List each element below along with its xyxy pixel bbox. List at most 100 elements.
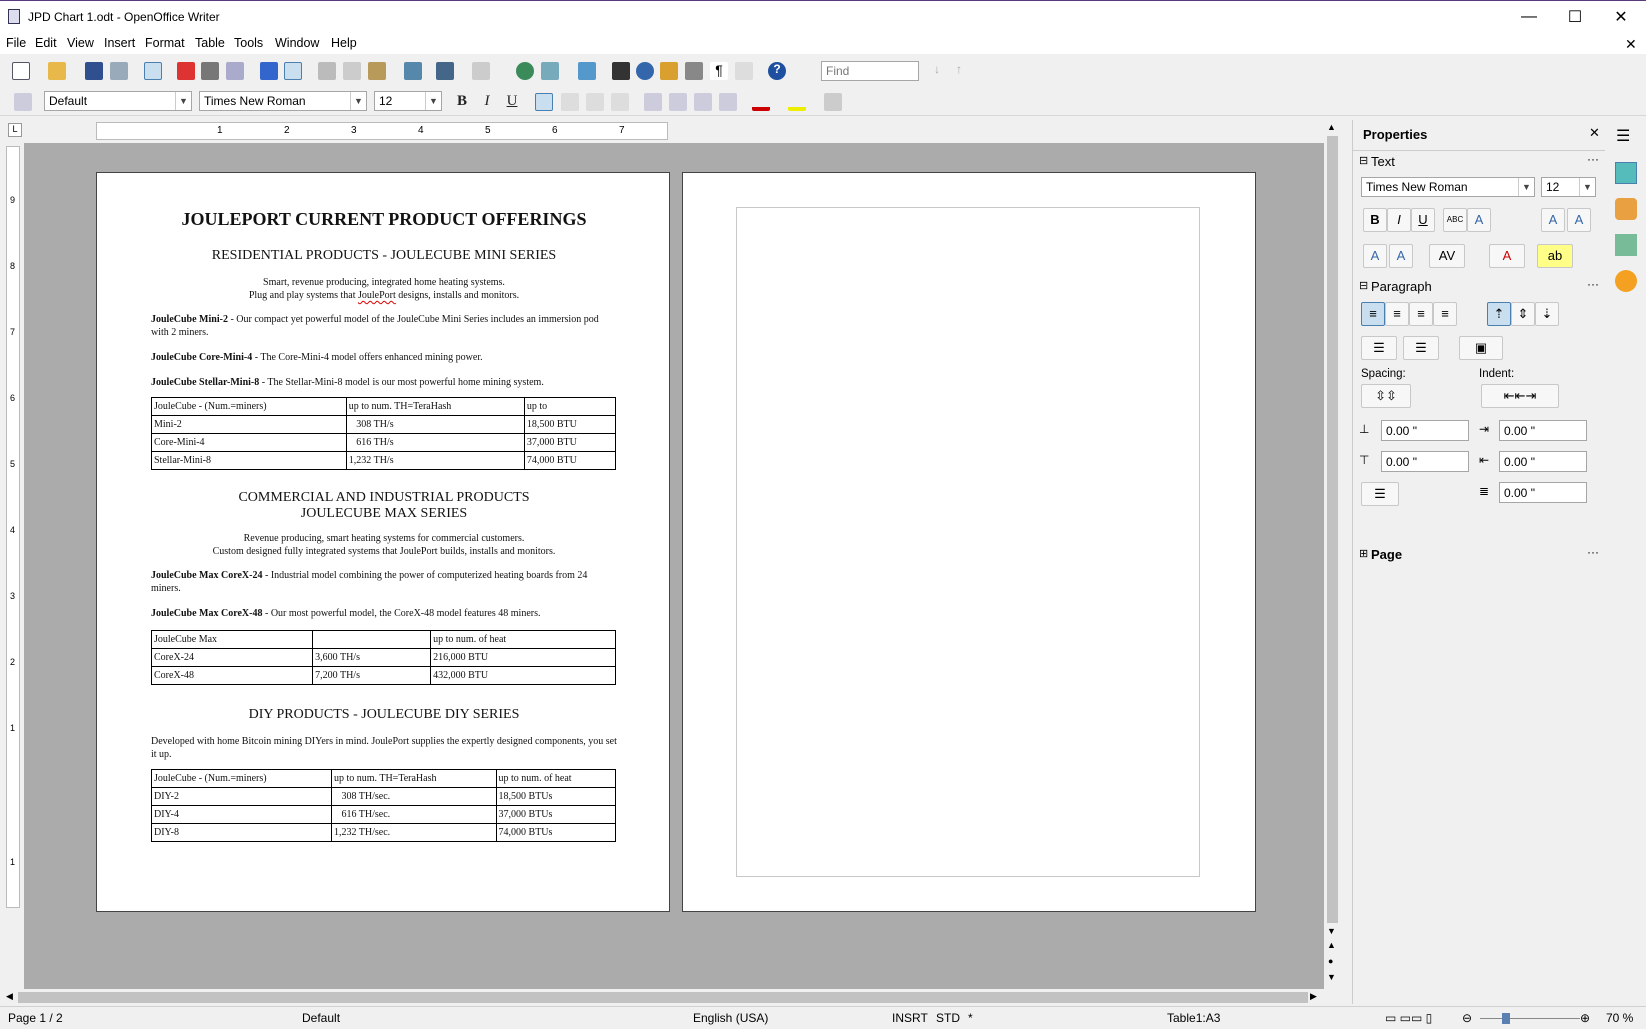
help-icon[interactable]: ? xyxy=(768,62,786,80)
email-icon[interactable] xyxy=(110,62,128,80)
font-size-select[interactable]: 12 ▼ xyxy=(374,91,442,111)
italic-button[interactable]: I xyxy=(477,93,497,110)
table-cell[interactable]: 37,000 BTUs xyxy=(495,805,617,824)
max-series-table[interactable]: JouleCube Max up to num. of heat CoreX-24… xyxy=(150,630,616,685)
sidebar-justify-icon[interactable]: ≡ xyxy=(1433,302,1457,326)
page-1[interactable]: JOULEPORT CURRENT PRODUCT OFFERINGS RESI… xyxy=(96,172,670,912)
font-color-icon[interactable] xyxy=(752,93,770,111)
gallery-icon[interactable] xyxy=(660,62,678,80)
open-icon[interactable] xyxy=(48,62,66,80)
more-options-icon[interactable]: ··· xyxy=(1587,152,1599,166)
sidebar-font-select[interactable]: Times New Roman ▼ xyxy=(1361,177,1535,197)
table-cell[interactable]: up to num. TH=TeraHash xyxy=(330,769,497,788)
align-left-icon[interactable] xyxy=(535,93,553,111)
clone-format-icon[interactable] xyxy=(404,62,422,80)
align-center-icon[interactable] xyxy=(561,93,579,111)
sidebar-bold-button[interactable]: B xyxy=(1363,208,1387,232)
table-cell[interactable]: 74,000 BTU xyxy=(523,451,617,470)
navigation-icon[interactable]: ● xyxy=(1328,956,1333,966)
cut-icon[interactable] xyxy=(318,62,336,80)
expand-page-icon[interactable]: ⊞ xyxy=(1359,547,1368,560)
scroll-thumb[interactable] xyxy=(1327,136,1338,923)
menu-edit[interactable]: Edit xyxy=(35,36,57,50)
insert-mode[interactable]: INSRT xyxy=(892,1011,928,1025)
menu-tools[interactable]: Tools xyxy=(234,36,263,50)
menu-file[interactable]: File xyxy=(6,36,26,50)
below-spacing-field[interactable]: 0.00 " xyxy=(1381,451,1469,472)
edit-mode-icon[interactable] xyxy=(144,62,162,80)
strikethrough-icon[interactable]: ABC xyxy=(1443,208,1467,232)
table-cell[interactable]: JouleCube - (Num.=miners) xyxy=(151,397,347,416)
find-input[interactable]: Find xyxy=(821,61,919,81)
scroll-right-icon[interactable]: ▶ xyxy=(1310,991,1317,1002)
menu-window[interactable]: Window xyxy=(275,36,319,50)
numbering-icon[interactable] xyxy=(644,93,662,111)
scroll-thumb[interactable] xyxy=(18,992,1308,1003)
mini-series-table[interactable]: JouleCube - (Num.=miners) up to num. TH=T… xyxy=(151,397,617,470)
scroll-down-icon[interactable]: ▼ xyxy=(1327,926,1336,936)
scroll-up-icon[interactable]: ▲ xyxy=(1327,122,1336,132)
menu-help[interactable]: Help xyxy=(331,36,357,50)
after-indent-field[interactable]: 0.00 " xyxy=(1499,451,1587,472)
spellcheck-icon[interactable] xyxy=(260,62,278,80)
print-icon[interactable] xyxy=(201,62,219,80)
sidebar-underline-button[interactable]: U xyxy=(1411,208,1435,232)
sidebar-align-right-icon[interactable]: ≡ xyxy=(1409,302,1433,326)
horizontal-ruler[interactable]: 1 2 3 4 5 6 7 xyxy=(96,122,668,140)
styles-icon[interactable] xyxy=(14,93,32,111)
copy-icon[interactable] xyxy=(343,62,361,80)
table-cell[interactable]: CoreX-48 xyxy=(150,666,314,685)
collapse-paragraph-icon[interactable]: ⊟ xyxy=(1359,279,1368,292)
page-count[interactable]: Page 1 / 2 xyxy=(8,1011,63,1025)
table-cell[interactable]: 616 TH/s xyxy=(345,433,525,452)
close-sidebar-icon[interactable]: ✕ xyxy=(1589,125,1600,141)
new-document-icon[interactable] xyxy=(12,62,30,80)
table-cell[interactable]: 308 TH/s xyxy=(345,415,525,434)
sidebar-numbering-icon[interactable]: ☰ xyxy=(1403,336,1439,360)
selection-mode[interactable]: STD xyxy=(936,1011,960,1025)
table-cell[interactable]: 74,000 BTUs xyxy=(495,823,617,842)
sidebar-highlight-icon[interactable]: ab xyxy=(1537,244,1573,268)
gallery-deck-icon[interactable] xyxy=(1615,234,1637,256)
sidebar-align-center-icon[interactable]: ≡ xyxy=(1385,302,1409,326)
subscript-icon[interactable]: A xyxy=(1389,244,1413,268)
language[interactable]: English (USA) xyxy=(693,1011,768,1025)
zoom-slider-handle[interactable] xyxy=(1502,1013,1510,1024)
properties-deck-icon[interactable] xyxy=(1615,162,1637,184)
formatting-marks-icon[interactable]: ¶ xyxy=(710,62,728,80)
draw-functions-icon[interactable] xyxy=(578,62,596,80)
close-window-button[interactable]: ✕ xyxy=(1598,1,1644,33)
table-cell[interactable]: Mini-2 xyxy=(151,415,347,434)
vertical-ruler[interactable]: 9 8 7 6 5 4 3 2 1 1 xyxy=(6,146,20,908)
find-previous-icon[interactable]: ↑ xyxy=(950,62,968,80)
minimize-button[interactable]: — xyxy=(1506,1,1552,33)
table-cell[interactable]: Core-Mini-4 xyxy=(151,433,347,452)
find-replace-icon[interactable] xyxy=(612,62,630,80)
sidebar-menu-icon[interactable]: ☰ xyxy=(1616,126,1630,146)
above-spacing-field[interactable]: 0.00 " xyxy=(1381,420,1469,441)
print-preview-icon[interactable] xyxy=(226,62,244,80)
table-cell[interactable]: 1,232 TH/s xyxy=(345,451,525,470)
table-cell[interactable]: 432,000 BTU xyxy=(430,666,616,685)
autospell-icon[interactable] xyxy=(284,62,302,80)
collapse-text-icon[interactable]: ⊟ xyxy=(1359,154,1368,167)
document-body[interactable]: JOULEPORT CURRENT PRODUCT OFFERINGS RESI… xyxy=(150,207,617,842)
save-icon[interactable] xyxy=(85,62,103,80)
close-document-icon[interactable]: ✕ xyxy=(1625,36,1637,53)
sidebar-size-select[interactable]: 12 ▼ xyxy=(1541,177,1596,197)
data-sources-icon[interactable] xyxy=(685,62,703,80)
menu-format[interactable]: Format xyxy=(145,36,185,50)
sidebar-font-color-icon[interactable]: A xyxy=(1489,244,1525,268)
tab-stop-type-icon[interactable]: L xyxy=(8,123,22,137)
underline-button[interactable]: U xyxy=(502,93,522,110)
find-next-icon[interactable]: ↓ xyxy=(928,62,946,80)
decrease-indent-icon[interactable] xyxy=(694,93,712,111)
document-canvas[interactable]: JOULEPORT CURRENT PRODUCT OFFERINGS RESI… xyxy=(24,143,1324,989)
navigator-deck-icon[interactable] xyxy=(1615,270,1637,292)
justify-icon[interactable] xyxy=(611,93,629,111)
table-cell[interactable]: DIY-4 xyxy=(151,805,332,824)
table-cell[interactable]: 308 TH/sec. xyxy=(330,787,497,806)
table-icon[interactable] xyxy=(541,62,559,80)
redo-icon[interactable] xyxy=(472,62,490,80)
view-layout-icons[interactable]: ▭ ▭▭ ▯ xyxy=(1385,1011,1432,1025)
